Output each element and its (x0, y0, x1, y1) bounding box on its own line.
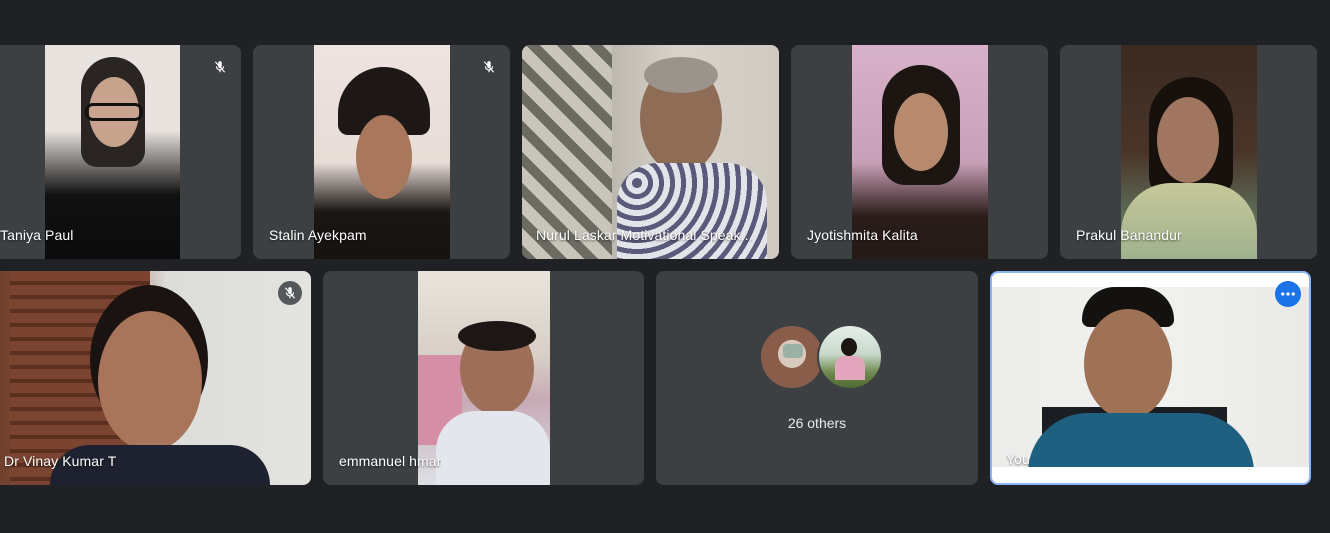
others-count: 26 others (787, 415, 847, 431)
mic-off-icon (278, 281, 302, 305)
participant-tile[interactable]: Stalin Ayekpam (253, 45, 510, 259)
participant-name: Stalin Ayekpam (269, 227, 367, 243)
mic-off-icon (208, 55, 232, 79)
participant-tile[interactable]: Taniya Paul (0, 45, 241, 259)
participant-tile[interactable]: Dr Vinay Kumar T (0, 271, 311, 485)
participant-tile[interactable]: Jyotishmita Kalita (791, 45, 1048, 259)
participant-tile[interactable]: Prakul Banandur (1060, 45, 1317, 259)
others-tile[interactable]: 26 others (656, 271, 978, 485)
participant-name: Jyotishmita Kalita (807, 227, 918, 243)
self-tile[interactable]: You (990, 271, 1311, 485)
avatar (759, 324, 825, 390)
avatar (817, 324, 883, 390)
self-video (992, 287, 1309, 467)
participant-tile[interactable]: emmanuel hmar (323, 271, 644, 485)
participant-tile[interactable]: Nurul Laskar Motivational Speak... (522, 45, 779, 259)
more-options-button[interactable] (1275, 281, 1301, 307)
participant-name: Taniya Paul (0, 227, 74, 243)
participant-name: Dr Vinay Kumar T (4, 453, 117, 469)
participant-name: emmanuel hmar (339, 453, 442, 469)
mic-off-icon (477, 55, 501, 79)
participant-name: You (1006, 451, 1030, 467)
others-avatars (759, 324, 884, 390)
participant-name: Prakul Banandur (1076, 227, 1182, 243)
more-options-icon (1281, 292, 1295, 296)
participant-name: Nurul Laskar Motivational Speak... (536, 227, 753, 243)
